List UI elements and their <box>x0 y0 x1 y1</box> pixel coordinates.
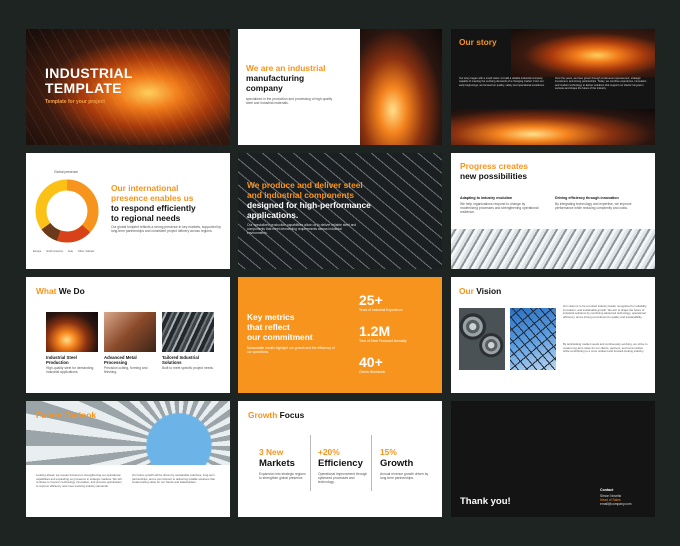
slide2-line2: manufacturing <box>246 73 305 83</box>
slide4-body: Our global footprint reflects a strong p… <box>111 225 221 234</box>
slide9-title: Our Vision <box>459 286 501 296</box>
slide2-line3: company <box>246 83 283 93</box>
slide-thank-you[interactable]: Thank you! Contact Simon Novello Head of… <box>451 401 655 517</box>
metric-value: 1.2M <box>359 323 391 339</box>
legend-item: Europe <box>33 250 42 253</box>
metric-label: Tons of Steel Produced Annually <box>359 339 407 343</box>
slide6-col1-body: We help organizations respond to change … <box>460 202 539 215</box>
slide9-title-a: Our <box>459 286 474 296</box>
slide-future-outlook[interactable]: Future Outlook Looking ahead, we remain … <box>26 401 230 517</box>
service-body: High-quality steel for demanding industr… <box>46 366 94 375</box>
service-title: Tailored Industrial Solutions <box>162 355 199 365</box>
slide3-col2: Over the years, we have grown through co… <box>555 77 647 90</box>
slide5-h2: and industrial components <box>247 190 355 200</box>
slide6-col2-title: Driving efficiency through innovation <box>555 196 619 200</box>
chart-legend: Europe North America Asia Other markets <box>33 250 94 254</box>
slide11-title-b: Focus <box>279 410 305 420</box>
legend-item: Asia <box>67 250 73 253</box>
slide7-title: What We Do <box>36 286 85 296</box>
slide4-h3: to respond efficiently <box>111 203 196 213</box>
focus-body: Expansion into strategic regions to stre… <box>259 472 306 481</box>
contact-email: email@company.com <box>600 502 632 506</box>
slide7-title-b: We Do <box>58 286 85 296</box>
slide4-h1: Our international <box>111 183 179 193</box>
molten-steel-image <box>360 29 442 145</box>
focus-top: +20% <box>318 447 340 457</box>
slide6-col1-title: Adapting to industry evolution <box>460 196 513 200</box>
slide10-title: Future Outlook <box>36 410 97 420</box>
slide5-h1: We produce and deliver steel <box>247 180 363 190</box>
service-body: Built to meet specific project needs. <box>162 366 214 370</box>
slide9-p1: Our vision is to be a trusted industry l… <box>563 304 647 319</box>
slide-international[interactable]: Global presence Europe North America Asi… <box>26 153 230 269</box>
slide-our-vision[interactable]: Our Vision Our vision is to be a trusted… <box>451 277 655 393</box>
focus-main: Efficiency <box>318 458 363 469</box>
legend-item: Other markets <box>77 250 95 253</box>
metric-value: 25+ <box>359 292 383 308</box>
slide5-body: Our specialized production capabilities … <box>247 223 357 236</box>
furnace-image <box>511 29 655 77</box>
focus-body: Operational improvement through optimize… <box>318 472 368 485</box>
contact-label: Contact <box>600 488 614 492</box>
industrial-solutions-image <box>162 312 214 352</box>
focus-top: 3 New <box>259 447 284 457</box>
slide5-h4: applications. <box>247 210 299 220</box>
focus-top: 15% <box>380 447 397 457</box>
slide9-title-b: Vision <box>476 286 502 296</box>
slide2-line1: We are an industrial <box>246 63 326 73</box>
metric-label: Years of Industrial Experience <box>359 308 403 312</box>
slide6-col2-body: By integrating technology and expertise,… <box>555 202 632 211</box>
slide11-title: Growth Focus <box>248 410 304 420</box>
architecture-image <box>451 229 655 269</box>
pipes-image <box>459 308 505 370</box>
divider <box>371 435 372 491</box>
slide-title[interactable]: INDUSTRIAL TEMPLATE Template for your pr… <box>26 29 230 145</box>
slide4-h4: to regional needs <box>111 213 181 223</box>
slide-our-story[interactable]: Our story Our story began with a small v… <box>451 29 655 145</box>
steel-production-image <box>46 312 98 352</box>
slide9-p2: By anticipating market needs and continu… <box>563 342 648 353</box>
focus-body: Annual revenue growth driven by long-ter… <box>380 472 429 481</box>
metric-label: Clients Worldwide <box>359 370 386 374</box>
slide-about[interactable]: We are an industrial manufacturing compa… <box>238 29 442 145</box>
slide1-title-line2: TEMPLATE <box>45 80 122 96</box>
service-title: Industrial Steel Production <box>46 355 77 365</box>
slide6-title1: Progress creates <box>460 161 528 171</box>
slide-produce[interactable]: We produce and deliver steel and industr… <box>238 153 442 269</box>
slide8-h1: Key metrics <box>247 312 295 322</box>
chart-label: Global presence <box>54 170 79 174</box>
metric-value: 40+ <box>359 354 383 370</box>
foundry-image <box>451 109 655 145</box>
tower-lattice <box>510 308 556 370</box>
focus-main: Growth <box>380 458 414 469</box>
service-body: Precision cutting, forming and finishing… <box>104 366 148 375</box>
slide1-title-line1: INDUSTRIAL <box>45 65 133 81</box>
slide10-col2: Our future growth will be driven by sust… <box>132 473 215 484</box>
slide-growth-focus[interactable]: Growth Focus 3 New Markets Expansion int… <box>238 401 442 517</box>
slide8-body: Measurable results highlight our growth … <box>247 346 335 355</box>
divider <box>310 435 311 491</box>
service-title: Advanced Metal Processing <box>104 355 137 365</box>
slide11-title-a: Growth <box>248 410 278 420</box>
tower-image <box>510 308 556 370</box>
focus-main: Markets <box>259 458 295 469</box>
slide4-h2: presence enables us <box>111 193 194 203</box>
slide-key-metrics[interactable]: Key metrics that reflect our commitment … <box>238 277 442 393</box>
slide3-col1: Our story began with a small vision: to … <box>459 77 545 87</box>
slide-what-we-do[interactable]: What We Do Industrial Steel Production H… <box>26 277 230 393</box>
slide8-h3: our commitment <box>247 332 313 342</box>
legend-item: North America <box>46 250 63 253</box>
slide7-title-a: What <box>36 286 57 296</box>
slide2-body: specialized in the production and proces… <box>246 97 333 106</box>
slide-progress[interactable]: Progress creates new possibilities Adapt… <box>451 153 655 269</box>
metal-processing-image <box>104 312 156 352</box>
slide12-title: Thank you! <box>460 496 511 507</box>
slide6-title2: new possibilities <box>460 171 528 181</box>
slide10-col1: Looking ahead, we remain focused on stre… <box>36 473 122 488</box>
slide1-subtitle: Template for your project <box>45 99 105 105</box>
slide3-title: Our story <box>459 37 497 47</box>
donut-chart <box>35 179 99 243</box>
slide5-h3: designed for high-performance <box>247 200 371 210</box>
slide8-h2: that reflect <box>247 322 290 332</box>
